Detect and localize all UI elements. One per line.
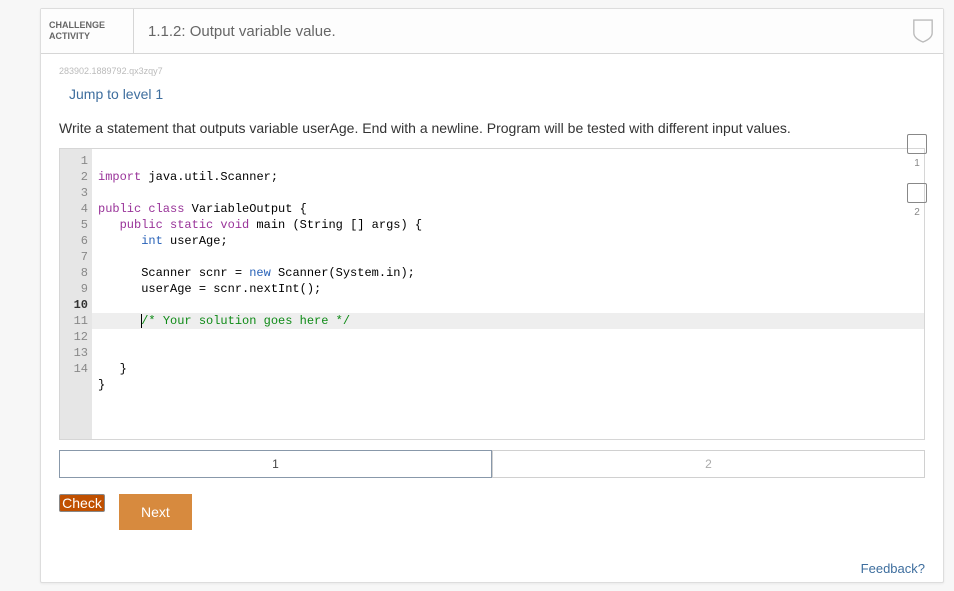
- line-gutter: 1 2 3 4 5 6 7 8 9 10 11 12 13 14: [60, 149, 92, 439]
- code-token: Scanner(System.in);: [271, 266, 415, 280]
- code-area[interactable]: import java.util.Scanner; public class V…: [92, 149, 924, 439]
- chip-line1: CHALLENGE: [49, 20, 125, 31]
- progress-label-1: 1: [914, 158, 920, 169]
- line-number: 7: [60, 249, 88, 265]
- step-tabs: 1 2: [59, 450, 925, 478]
- code-token: public static void: [120, 218, 250, 232]
- line-number: 12: [60, 329, 88, 345]
- action-row: Check Next: [59, 494, 925, 530]
- code-token: VariableOutput {: [184, 202, 306, 216]
- card-body: 283902.1889792.qx3zqy7 Jump to level 1 W…: [41, 54, 943, 582]
- line-number: 13: [60, 345, 88, 361]
- code-token: java.util.Scanner;: [141, 170, 278, 184]
- prompt-text: Write a statement that outputs variable …: [59, 120, 925, 136]
- code-token: userAge;: [163, 234, 228, 248]
- card-header: CHALLENGE ACTIVITY 1.1.2: Output variabl…: [41, 9, 943, 54]
- line-number: 1: [60, 153, 88, 169]
- progress-label-2: 2: [914, 207, 920, 218]
- code-token: (String [] args) {: [292, 218, 422, 232]
- code-token: import: [98, 170, 141, 184]
- chip-line2: ACTIVITY: [49, 31, 125, 42]
- code-token: }: [98, 378, 105, 392]
- code-token: main: [249, 218, 292, 232]
- progress-checkbox-2[interactable]: [907, 183, 927, 203]
- code-token: public class: [98, 202, 184, 216]
- progress-rail: 1 2: [907, 134, 927, 218]
- line-number: 2: [60, 169, 88, 185]
- line-number: 14: [60, 361, 88, 377]
- next-button[interactable]: Next: [119, 494, 192, 530]
- activity-title: 1.1.2: Output variable value.: [134, 9, 903, 53]
- code-token: int: [141, 234, 163, 248]
- shield-icon: [903, 9, 943, 53]
- code-comment: /* Your solution goes here */: [141, 314, 350, 328]
- code-token: userAge = scnr.nextInt();: [98, 282, 321, 296]
- code-editor[interactable]: 1 2 3 4 5 6 7 8 9 10 11 12 13 14 import …: [59, 148, 925, 440]
- check-button[interactable]: Check: [59, 494, 105, 512]
- line-number: 3: [60, 185, 88, 201]
- progress-checkbox-1[interactable]: [907, 134, 927, 154]
- code-token: new: [249, 266, 271, 280]
- activity-hash: 283902.1889792.qx3zqy7: [59, 66, 925, 76]
- code-token: }: [98, 362, 127, 376]
- jump-to-level-link[interactable]: Jump to level 1: [69, 86, 163, 102]
- line-number: 8: [60, 265, 88, 281]
- challenge-card: CHALLENGE ACTIVITY 1.1.2: Output variabl…: [40, 8, 944, 583]
- feedback-link[interactable]: Feedback?: [861, 561, 925, 576]
- challenge-chip: CHALLENGE ACTIVITY: [41, 9, 134, 53]
- step-tab-2[interactable]: 2: [492, 450, 925, 478]
- line-number: 10: [60, 297, 88, 313]
- line-number: 4: [60, 201, 88, 217]
- line-number: 6: [60, 233, 88, 249]
- line-number: 11: [60, 313, 88, 329]
- line-number: 5: [60, 217, 88, 233]
- line-number: 9: [60, 281, 88, 297]
- code-token: Scanner scnr =: [98, 266, 249, 280]
- step-tab-1[interactable]: 1: [59, 450, 492, 478]
